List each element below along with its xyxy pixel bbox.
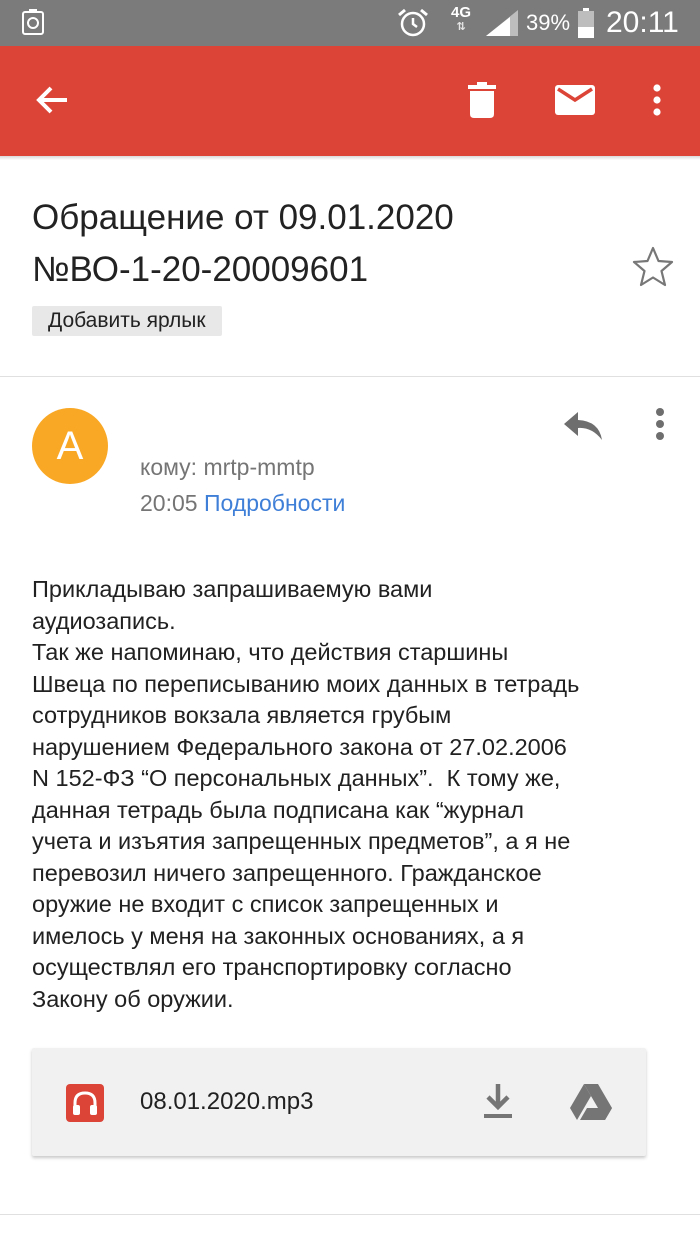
subject-line-1: Обращение от 09.01.2020 (32, 198, 454, 237)
body-line: имелось у меня на законных основаниях, а… (32, 922, 525, 949)
divider (0, 376, 700, 377)
back-arrow-icon (36, 86, 67, 114)
body-line: осуществлял его транспортировку согласно (32, 954, 512, 980)
battery-percent: 39% (526, 10, 571, 35)
alarm-icon (398, 8, 428, 37)
body-line: Закону об оружии. (32, 985, 234, 1012)
reply-icon[interactable] (560, 404, 608, 448)
message-meta: 20:05 Подробности (140, 488, 345, 518)
recipient-line: кому: mrtp-mmtp (140, 454, 315, 480)
attachment-filename: 08.01.2020.mp3 (140, 1088, 314, 1115)
google-drive-icon[interactable] (568, 1080, 614, 1124)
body-line: нарушением Федерального закона от 27.02.… (32, 733, 567, 760)
star-icon[interactable] (630, 244, 676, 290)
body-line: Прикладываю запрашиваемую вами (32, 576, 433, 602)
network-type: 4G (450, 4, 471, 21)
network-indicator: 4G ⇅ (448, 4, 474, 33)
body-line: оружие не входит с список запрещенных и (32, 891, 499, 917)
details-link[interactable]: Подробности (204, 490, 345, 516)
mark-unread-button[interactable] (543, 68, 607, 132)
audio-file-icon (66, 1084, 104, 1122)
message-more-icon[interactable] (644, 404, 676, 448)
status-bar: 4G ⇅ 39% 20:11 (0, 0, 700, 46)
battery-icon (578, 8, 594, 38)
email-body: Прикладываю запрашиваемую вами аудиозапи… (32, 574, 682, 1015)
body-line: учета и изъятия запрещенных предметов”, … (32, 828, 571, 854)
mail-icon (555, 85, 595, 115)
email-subject: Обращение от 09.01.2020 №ВО-1-20-2000960… (32, 192, 612, 296)
divider (0, 1214, 700, 1215)
message-time: 20:05 (140, 490, 198, 516)
body-line: сотрудников вокзала является грубым (32, 702, 452, 728)
subject-line-2: №ВО-1-20-20009601 (32, 250, 369, 289)
body-line: аудиозапись. (32, 607, 176, 634)
clock: 20:11 (606, 6, 679, 39)
download-icon[interactable] (478, 1080, 518, 1124)
body-line: Швеца по переписыванию моих данных в тет… (32, 670, 580, 697)
body-line: данная тетрадь была подписана как “журна… (32, 796, 524, 823)
add-label-button[interactable]: Добавить ярлык (32, 306, 222, 336)
back-button[interactable] (20, 68, 84, 132)
recycle-notification-icon (22, 9, 44, 35)
body-line: перевозил ничего запрещенного. Гражданск… (32, 859, 542, 886)
signal-strength-icon (486, 10, 518, 36)
more-vert-icon (653, 84, 661, 116)
data-arrows-icon: ⇅ (456, 21, 466, 33)
overflow-menu-button[interactable] (625, 68, 689, 132)
delete-icon (468, 82, 496, 118)
app-bar-shadow (0, 156, 700, 160)
sender-avatar[interactable]: A (32, 408, 108, 484)
app-bar (0, 46, 700, 156)
delete-button[interactable] (450, 68, 514, 132)
body-line: Так же напоминаю, что действия старшины (32, 639, 509, 665)
body-line: N 152-ФЗ “О персональных данных”. К тому… (32, 765, 561, 791)
attachment-card[interactable]: 08.01.2020.mp3 (32, 1048, 646, 1156)
